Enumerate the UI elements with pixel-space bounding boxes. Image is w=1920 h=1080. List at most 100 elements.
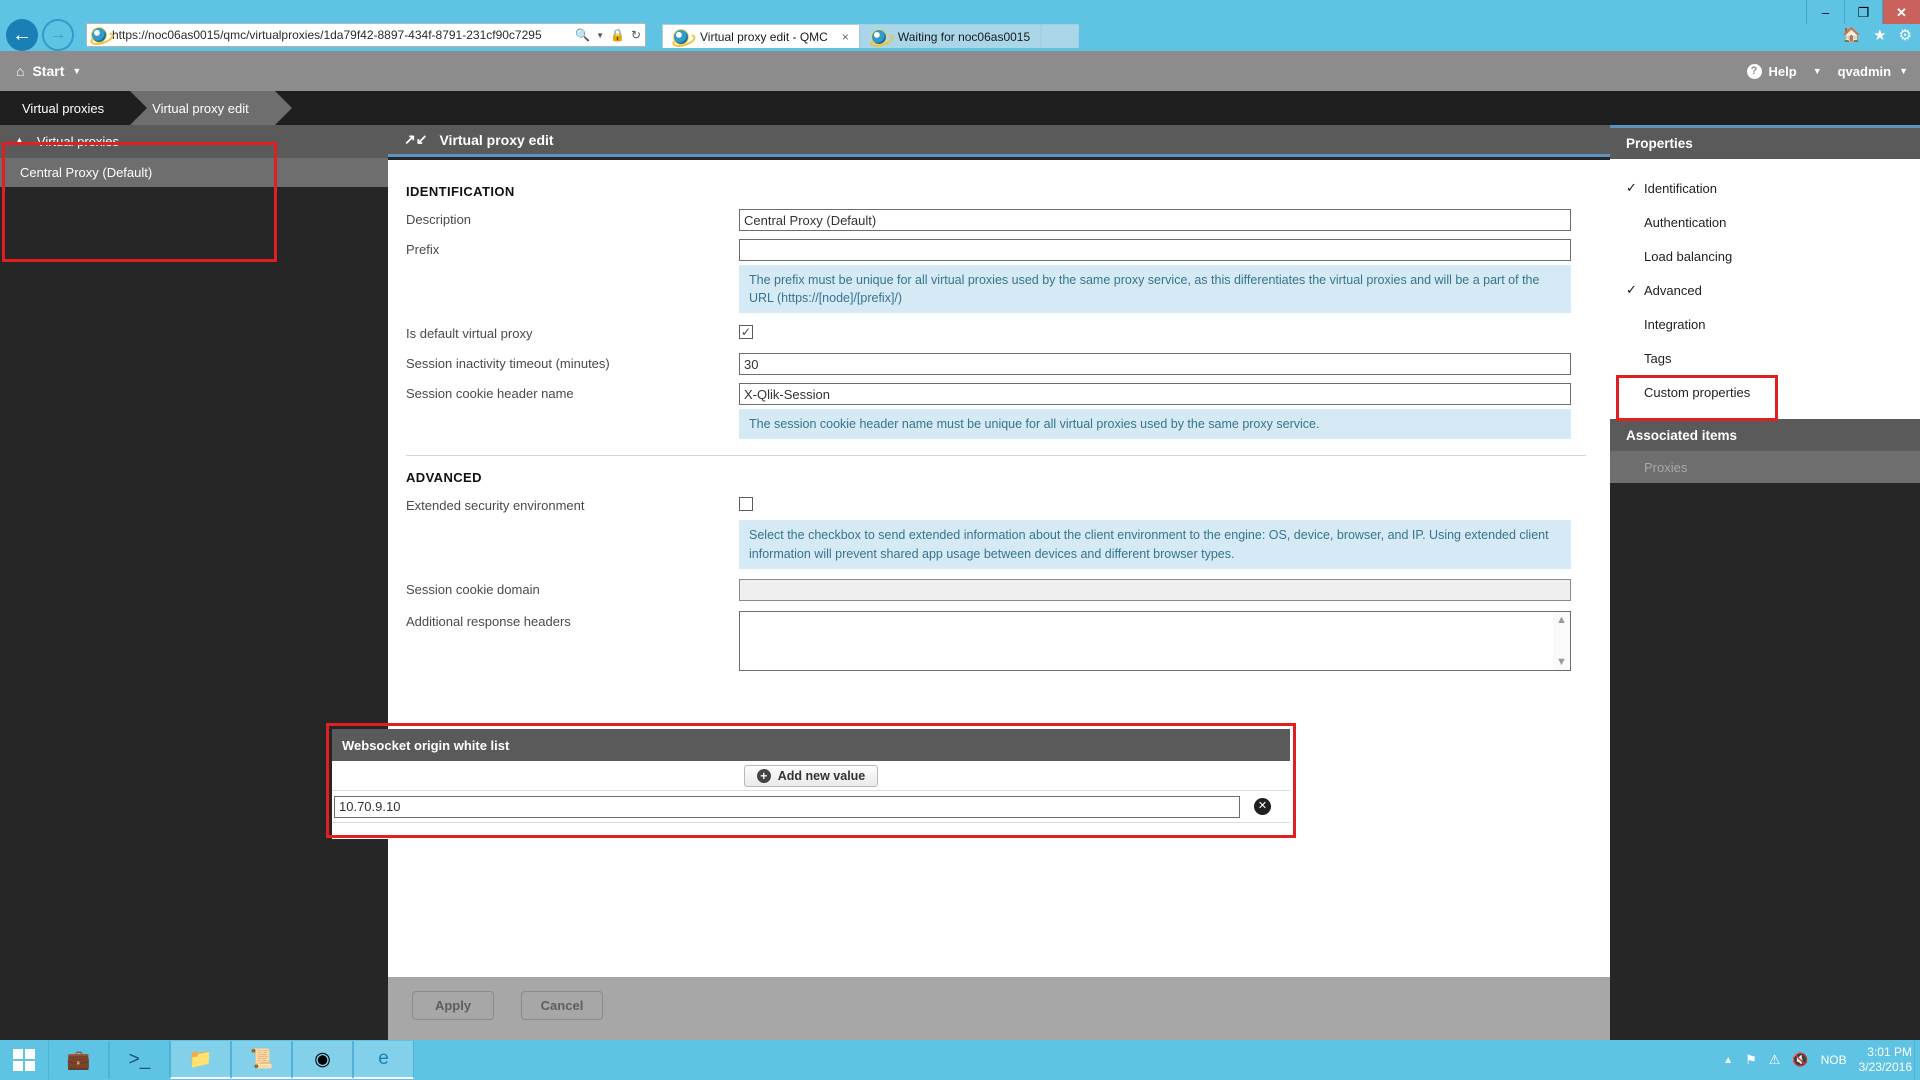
breadcrumb-item-virtual-proxies[interactable]: Virtual proxies xyxy=(0,91,148,125)
chevron-down-icon[interactable]: ▼ xyxy=(596,31,604,40)
settings-gear-icon[interactable]: ⚙ xyxy=(1899,26,1912,44)
property-item-advanced[interactable]: ✓ Advanced xyxy=(1610,273,1920,307)
file-explorer-icon[interactable]: 📁 xyxy=(170,1041,231,1079)
qmc-top-bar-right: ? Help ▼ qvadmin ▼ xyxy=(1746,51,1908,91)
notepad-icon[interactable]: 📜 xyxy=(231,1041,292,1079)
field-row-description: Description xyxy=(406,209,1586,233)
qmc-top-bar: ⌂ Start ▼ ? Help ▼ qvadmin ▼ xyxy=(0,51,1920,91)
left-panel-header[interactable]: ▲ Virtual proxies xyxy=(0,125,388,157)
windows-start-icon[interactable] xyxy=(0,1040,48,1080)
form-footer: Apply Cancel xyxy=(388,977,1610,1040)
session-inactivity-timeout-input[interactable] xyxy=(739,353,1571,376)
page-title: Virtual proxy edit xyxy=(439,131,554,148)
property-label: Custom properties xyxy=(1644,384,1751,400)
help-label: Help xyxy=(1768,63,1797,79)
back-arrow-icon[interactable]: ← xyxy=(6,19,38,51)
help-button[interactable]: ? Help xyxy=(1746,63,1797,79)
browser-tab-inactive[interactable]: Waiting for noc06as0015 xyxy=(859,24,1042,48)
user-menu-button[interactable]: qvadmin ▼ xyxy=(1838,64,1908,79)
powershell-icon[interactable]: >_ xyxy=(109,1041,170,1079)
help-chevron-down-icon[interactable]: ▼ xyxy=(1813,66,1822,76)
chevron-up-icon[interactable]: ▲ xyxy=(1723,1055,1733,1066)
internet-explorer-icon xyxy=(91,27,107,43)
forward-arrow-icon[interactable]: → xyxy=(42,19,74,51)
center-pane-header: ↗↙ Virtual proxy edit xyxy=(388,125,1610,157)
property-item-identification[interactable]: ✓ Identification xyxy=(1610,171,1920,205)
additional-response-headers-textarea[interactable] xyxy=(739,610,1571,671)
address-bar[interactable]: https://noc06as0015/qmc/virtualproxies/1… xyxy=(86,23,646,47)
property-label: Load balancing xyxy=(1644,248,1733,264)
prefix-input[interactable] xyxy=(739,239,1571,261)
tray-language-label[interactable]: NOB xyxy=(1821,1053,1847,1067)
user-label: qvadmin xyxy=(1837,63,1892,79)
session-cookie-header-name-label: Session cookie header name xyxy=(406,386,574,402)
right-panel: Properties ✓ Identification Authenticati… xyxy=(1610,125,1920,1040)
property-label: Advanced xyxy=(1644,282,1702,298)
search-icon[interactable]: 🔍 xyxy=(575,28,590,42)
field-row-session-inactivity-timeout: Session inactivity timeout (minutes) xyxy=(406,353,1586,377)
check-icon: ✓ xyxy=(1626,180,1637,195)
description-input[interactable] xyxy=(739,209,1571,231)
favorites-icon[interactable]: ★ xyxy=(1873,26,1886,44)
property-item-load-balancing[interactable]: Load balancing xyxy=(1610,239,1920,273)
properties-list: ✓ Identification Authentication Load bal… xyxy=(1610,159,1920,419)
section-heading-advanced: ADVANCED xyxy=(406,470,482,486)
browser-tab-active[interactable]: Virtual proxy edit - QMC × xyxy=(662,24,860,48)
home-icon[interactable]: 🏠 xyxy=(1842,26,1861,44)
server-manager-icon[interactable]: 💼 xyxy=(48,1041,109,1079)
scroll-down-icon[interactable]: ▼ xyxy=(1556,656,1567,668)
lock-icon[interactable]: 🔒 xyxy=(610,28,625,42)
field-row-is-default-virtual-proxy: Is default virtual proxy ✓ xyxy=(406,323,1586,347)
extended-security-environment-checkbox[interactable] xyxy=(739,497,753,512)
close-icon[interactable]: × xyxy=(842,30,849,44)
associated-item-proxies[interactable]: Proxies xyxy=(1610,451,1920,483)
is-default-virtual-proxy-label: Is default virtual proxy xyxy=(406,326,533,342)
browser-tab-title: Virtual proxy edit - QMC xyxy=(700,29,828,44)
start-menu-button[interactable]: ⌂ Start ▼ xyxy=(16,63,81,79)
breadcrumb-item-virtual-proxy-edit[interactable]: Virtual proxy edit xyxy=(130,91,292,125)
start-label: Start xyxy=(32,63,65,79)
help-icon: ? xyxy=(1746,63,1762,79)
textarea-scrollbar[interactable]: ▲ ▼ xyxy=(1553,611,1570,670)
address-bar-icons: 🔍 ▼ 🔒 ↻ xyxy=(575,28,641,42)
property-item-authentication[interactable]: Authentication xyxy=(1610,205,1920,239)
prefix-label: Prefix xyxy=(406,242,440,257)
property-item-custom-properties[interactable]: Custom properties xyxy=(1610,375,1920,409)
additional-response-headers-label: Additional response headers xyxy=(406,613,571,629)
field-row-additional-response-headers: Additional response headers ▲ ▼ xyxy=(406,610,1586,676)
action-center-warning-icon[interactable]: ⚠ xyxy=(1769,1052,1781,1068)
breadcrumb-label: Virtual proxy edit xyxy=(152,100,249,116)
websocket-highlight-outline xyxy=(326,723,1296,838)
scroll-up-icon[interactable]: ▲ xyxy=(1556,614,1567,626)
cancel-button[interactable]: Cancel xyxy=(521,991,603,1020)
list-item[interactable]: Central Proxy (Default) xyxy=(0,157,388,187)
left-panel-header-label: Virtual proxies xyxy=(36,133,120,149)
browser-window: – ❐ ✕ ← → https://noc06as0015/qmc/virtua… xyxy=(0,0,1920,1040)
system-tray: ▲ ⚑ ⚠ 🔇 NOB 3:01 PM 3/23/2016 xyxy=(1723,1040,1912,1080)
is-default-virtual-proxy-checkbox[interactable]: ✓ xyxy=(739,325,753,340)
chevron-up-icon[interactable]: ▲ xyxy=(14,135,25,147)
property-item-integration[interactable]: Integration xyxy=(1610,307,1920,341)
network-flag-icon[interactable]: ⚑ xyxy=(1745,1052,1757,1068)
property-item-tags[interactable]: Tags xyxy=(1610,341,1920,375)
show-desktop-button[interactable] xyxy=(1914,1040,1920,1080)
additional-response-headers-wrapper: ▲ ▼ xyxy=(739,610,1571,676)
resize-arrows-icon[interactable]: ↗↙ xyxy=(404,131,427,148)
chrome-icon[interactable]: ◉ xyxy=(292,1041,353,1079)
refresh-icon[interactable]: ↻ xyxy=(631,28,641,42)
volume-muted-icon[interactable]: 🔇 xyxy=(1792,1052,1808,1068)
left-panel-item-label: Central Proxy (Default) xyxy=(20,165,153,180)
chevron-down-icon[interactable]: ▼ xyxy=(72,66,81,76)
session-cookie-domain-input[interactable] xyxy=(739,578,1571,601)
apply-button[interactable]: Apply xyxy=(412,991,494,1020)
session-cookie-domain-label: Session cookie domain xyxy=(406,581,540,597)
internet-explorer-icon[interactable]: e xyxy=(353,1041,414,1079)
description-label: Description xyxy=(406,212,472,227)
properties-panel-title: Properties xyxy=(1610,125,1920,159)
session-cookie-header-name-input[interactable] xyxy=(739,383,1571,406)
check-icon: ✓ xyxy=(1626,282,1637,297)
tray-clock[interactable]: 3:01 PM 3/23/2016 xyxy=(1859,1045,1912,1075)
property-label: Tags xyxy=(1644,350,1672,366)
new-tab-button[interactable] xyxy=(1041,24,1080,48)
home-icon: ⌂ xyxy=(16,63,25,79)
